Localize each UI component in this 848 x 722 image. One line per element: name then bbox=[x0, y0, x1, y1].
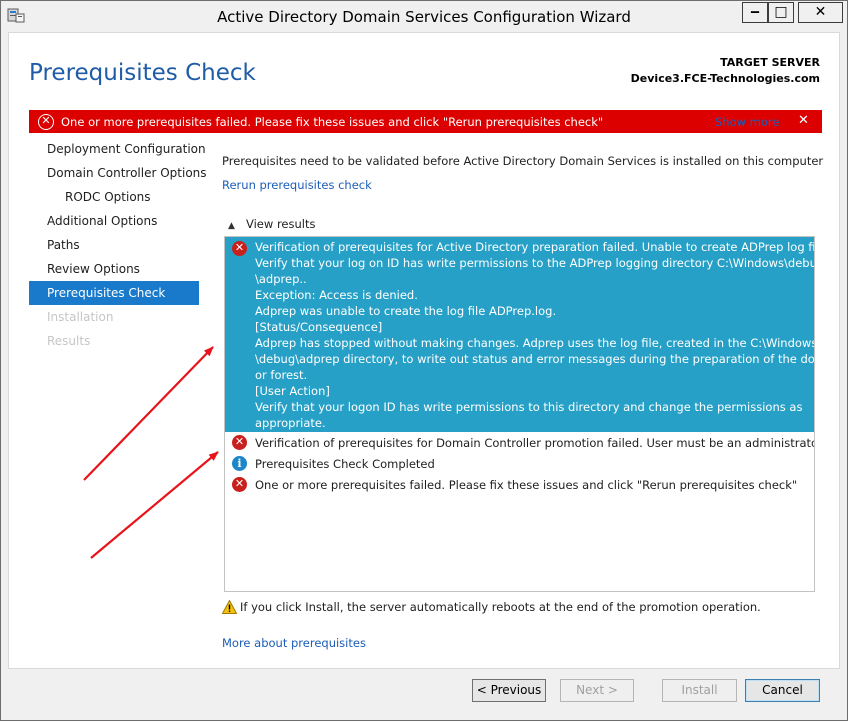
result-line: Adprep has stopped without making change… bbox=[255, 336, 815, 350]
next-button: Next > bbox=[560, 679, 634, 702]
result-text: One or more prerequisites failed. Please… bbox=[255, 478, 798, 492]
view-results-label: View results bbox=[246, 217, 316, 231]
info-icon: i bbox=[232, 456, 247, 471]
result-line: [User Action] bbox=[255, 384, 330, 398]
result-line: Adprep was unable to create the log file… bbox=[255, 304, 557, 318]
error-circle-icon: ✕ bbox=[38, 114, 54, 130]
result-item-dc-promotion-failed[interactable]: ✕ Verification of prerequisites for Doma… bbox=[225, 432, 814, 453]
result-text: Prerequisites Check Completed bbox=[255, 457, 435, 471]
result-line: appropriate. bbox=[255, 416, 326, 430]
error-icon: ✕ bbox=[232, 435, 247, 450]
maximize-icon: □ bbox=[774, 4, 788, 20]
minimize-icon: ‒ bbox=[750, 4, 760, 20]
result-line: \adprep.. bbox=[255, 272, 307, 286]
nav-item-results: Results bbox=[47, 334, 91, 348]
chevron-up-icon: ▲ bbox=[228, 221, 235, 231]
result-line: Verify that your log on ID has write per… bbox=[255, 256, 815, 270]
dismiss-error-icon[interactable]: ✕ bbox=[798, 113, 809, 128]
result-line: Exception: Access is denied. bbox=[255, 288, 418, 302]
nav-item-rodc-options[interactable]: RODC Options bbox=[29, 185, 199, 209]
error-icon: ✕ bbox=[232, 477, 247, 492]
view-results-toggle[interactable]: ▲ View results bbox=[228, 217, 315, 231]
error-icon: ✕ bbox=[232, 241, 247, 256]
target-server-name: Device3.FCE-Technologies.com bbox=[630, 72, 820, 85]
result-line: [Status/Consequence] bbox=[255, 320, 383, 334]
target-server-label: TARGET SERVER bbox=[720, 56, 820, 69]
nav-item-review-options[interactable]: Review Options bbox=[29, 257, 199, 281]
results-list[interactable]: ✕ Verification of prerequisites for Acti… bbox=[224, 236, 815, 592]
previous-button[interactable]: < Previous bbox=[472, 679, 546, 702]
error-bar-message: One or more prerequisites failed. Please… bbox=[61, 115, 604, 129]
result-line: Verify that your logon ID has write perm… bbox=[255, 400, 803, 414]
error-notification-bar: ✕ One or more prerequisites failed. Plea… bbox=[29, 110, 822, 133]
close-icon: ✕ bbox=[814, 4, 827, 20]
result-item-prerequisites-failed[interactable]: ✕ One or more prerequisites failed. Plea… bbox=[225, 474, 814, 495]
result-line: or forest. bbox=[255, 368, 308, 382]
wizard-content: Prerequisites Check TARGET SERVER Device… bbox=[8, 32, 840, 669]
result-line: \debug\adprep directory, to write out st… bbox=[255, 352, 815, 366]
result-item-adprep-failed[interactable]: ✕ Verification of prerequisites for Acti… bbox=[225, 237, 814, 432]
result-item-check-completed[interactable]: i Prerequisites Check Completed bbox=[225, 453, 814, 474]
minimize-button[interactable]: ‒ bbox=[742, 2, 768, 23]
window-title: Active Directory Domain Services Configu… bbox=[217, 8, 631, 26]
warning-text: If you click Install, the server automat… bbox=[240, 600, 761, 614]
nav-item-paths[interactable]: Paths bbox=[29, 233, 199, 257]
intro-text: Prerequisites need to be validated befor… bbox=[222, 154, 824, 168]
page-title: Prerequisites Check bbox=[29, 60, 256, 86]
maximize-button[interactable]: □ bbox=[768, 2, 794, 23]
close-button[interactable]: ✕ bbox=[798, 2, 843, 23]
result-line: Verification of prerequisites for Active… bbox=[255, 240, 815, 254]
wizard-nav: Deployment Configuration Domain Controll… bbox=[29, 137, 207, 353]
wizard-window: Active Directory Domain Services Configu… bbox=[0, 0, 848, 721]
nav-item-deployment-configuration[interactable]: Deployment Configuration bbox=[29, 137, 206, 161]
rerun-prerequisites-link[interactable]: Rerun prerequisites check bbox=[222, 178, 372, 192]
warning-icon bbox=[221, 599, 238, 614]
nav-item-additional-options[interactable]: Additional Options bbox=[29, 209, 199, 233]
nav-item-domain-controller-options[interactable]: Domain Controller Options bbox=[29, 161, 207, 185]
more-about-prerequisites-link[interactable]: More about prerequisites bbox=[222, 636, 366, 650]
nav-item-installation: Installation bbox=[47, 310, 114, 324]
nav-item-prerequisites-check[interactable]: Prerequisites Check bbox=[29, 281, 199, 305]
show-more-link[interactable]: Show more bbox=[715, 115, 779, 129]
title-bar[interactable]: Active Directory Domain Services Configu… bbox=[1, 1, 847, 32]
result-text: Verification of prerequisites for Domain… bbox=[255, 436, 815, 450]
reboot-warning: If you click Install, the server automat… bbox=[221, 599, 761, 614]
install-button: Install bbox=[662, 679, 737, 702]
cancel-button[interactable]: Cancel bbox=[745, 679, 820, 702]
